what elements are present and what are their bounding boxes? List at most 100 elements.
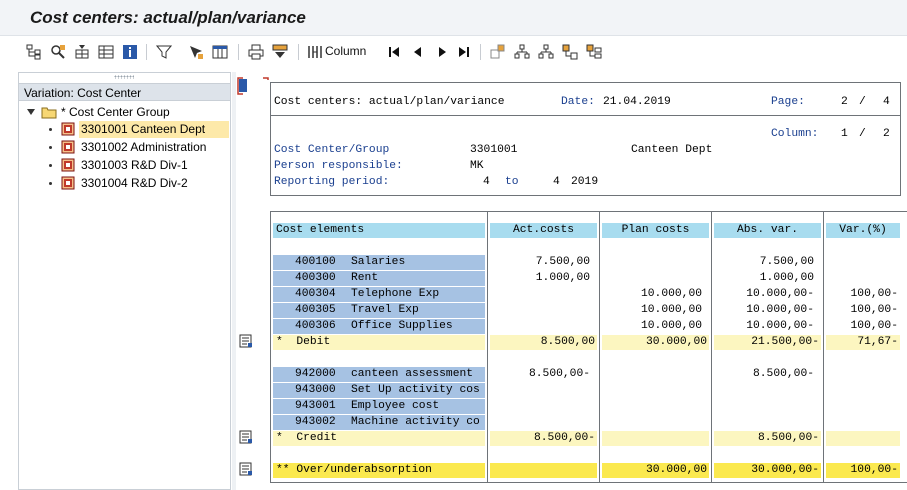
tree-item-label: 3301002 Administration [81, 140, 207, 154]
cc-group-label: Cost Center/Group [274, 144, 390, 156]
plan-cost-cell[interactable]: 10.000,00 [602, 287, 704, 302]
act-cost-cell[interactable]: 7.500,00 [490, 255, 592, 270]
cursor-marker [239, 79, 247, 92]
tree-item[interactable]: 3301003 R&D Div-1 [79, 157, 229, 174]
act-cost-cell[interactable] [490, 319, 592, 334]
first-page-icon[interactable] [386, 44, 402, 60]
table-row-key[interactable]: 400300 Rent [273, 271, 485, 286]
table-row-key[interactable]: 400100 Salaries [273, 255, 485, 270]
toolbar-separator [298, 44, 299, 60]
window-title: Cost centers: actual/plan/variance [30, 8, 306, 27]
credit-total-plan[interactable] [602, 431, 709, 446]
tree-item[interactable]: 3301001 Canteen Dept [79, 121, 229, 138]
grand-total-plan[interactable]: 30.000,00 [602, 463, 709, 478]
hierarchy-level-icon[interactable] [586, 44, 602, 60]
previous-page-icon[interactable] [410, 44, 426, 60]
header-act-costs[interactable]: Act.costs [490, 223, 597, 238]
var-pct-cell[interactable] [826, 255, 900, 270]
last-page-icon[interactable] [456, 44, 472, 60]
debit-total-act[interactable]: 8.500,00 [490, 335, 597, 350]
grand-total-act[interactable] [490, 463, 597, 478]
select-icon[interactable] [188, 44, 204, 60]
print-icon[interactable] [248, 44, 264, 60]
cost-center-icon [61, 140, 75, 154]
grand-total-abs[interactable]: 30.000,00- [714, 463, 821, 478]
drilldown-icon[interactable] [239, 462, 253, 476]
plan-cost-cell[interactable]: 10.000,00 [602, 303, 704, 318]
next-page-icon[interactable] [434, 44, 450, 60]
table-row-key[interactable]: 400304 Telephone Exp [273, 287, 485, 302]
plan-cost-cell[interactable] [602, 271, 704, 286]
debit-total-pct[interactable]: 71,67- [826, 335, 900, 350]
act-cost-cell[interactable]: 1.000,00 [490, 271, 592, 286]
abs-var-cell[interactable]: 1.000,00 [714, 271, 816, 286]
header-cost-elements[interactable]: Cost elements [273, 223, 485, 238]
abs-var-cell[interactable]: 10.000,00- [714, 287, 816, 302]
abs-var-cell[interactable]: 8.500,00- [714, 367, 816, 382]
debit-total-plan[interactable]: 30.000,00 [602, 335, 709, 350]
act-cost-cell[interactable]: 8.500,00- [490, 367, 592, 382]
grand-total-pct[interactable]: 100,00- [826, 463, 900, 478]
tree-item-label: 3301001 Canteen Dept [81, 122, 206, 136]
var-pct-cell[interactable]: 100,00- [826, 319, 900, 334]
abs-var-cell[interactable]: 10.000,00- [714, 319, 816, 334]
table-row-key[interactable]: 943000 Set Up activity cos [273, 383, 485, 398]
table-row-key[interactable]: 942000 canteen assessment [273, 367, 485, 382]
info-icon[interactable] [122, 44, 138, 60]
collapse-icon[interactable] [514, 44, 530, 60]
var-pct-cell[interactable] [826, 271, 900, 286]
credit-total-pct[interactable] [826, 431, 900, 446]
column-icon[interactable] [307, 44, 323, 60]
hierarchy-icon[interactable] [26, 44, 42, 60]
cost-center-icon [61, 122, 75, 136]
credit-total-act[interactable]: 8.500,00- [490, 431, 597, 446]
layout-icon[interactable] [98, 44, 114, 60]
cc-group-name: Canteen Dept [631, 144, 713, 156]
sort-icon[interactable] [272, 44, 288, 60]
abs-var-cell[interactable]: 7.500,00 [714, 255, 816, 270]
act-cost-cell[interactable] [490, 287, 592, 302]
credit-total-abs[interactable]: 8.500,00- [714, 431, 821, 446]
column-button-label[interactable]: Column [325, 44, 366, 58]
folder-icon [41, 107, 57, 119]
variation-header: Variation: Cost Center [19, 83, 230, 101]
collapse-all-icon[interactable] [562, 44, 578, 60]
columns-icon[interactable] [212, 44, 228, 60]
tree-item[interactable]: 3301002 Administration [79, 139, 229, 156]
tree-node-group[interactable]: * Cost Center Group [27, 104, 227, 121]
plan-cost-cell[interactable] [602, 367, 704, 382]
page-current: 2 [841, 96, 848, 108]
var-pct-cell[interactable]: 100,00- [826, 287, 900, 302]
table-row-key[interactable]: 400306 Office Supplies [273, 319, 485, 334]
table-row-key[interactable]: 943001 Employee cost [273, 399, 485, 414]
toolbar-separator [146, 44, 147, 60]
header-var-pct[interactable]: Var.(%) [826, 223, 900, 238]
drilldown-icon[interactable] [239, 430, 253, 444]
var-pct-cell[interactable]: 100,00- [826, 303, 900, 318]
act-cost-cell[interactable] [490, 303, 592, 318]
filter-icon[interactable] [156, 44, 172, 60]
abs-var-cell[interactable]: 10.000,00- [714, 303, 816, 318]
debit-total-abs[interactable]: 21.500,00- [714, 335, 821, 350]
panel-grip[interactable] [114, 75, 134, 79]
debit-total-label[interactable]: * Debit [273, 335, 485, 350]
period-to: 4 [553, 176, 560, 188]
find-icon[interactable] [50, 44, 66, 60]
table-row-key[interactable]: 943002 Machine activity co [273, 415, 485, 430]
panel-splitter[interactable] [232, 72, 236, 490]
credit-total-label[interactable]: * Credit [273, 431, 485, 446]
var-pct-cell[interactable] [826, 367, 900, 382]
tree-toggle-icon[interactable] [74, 44, 90, 60]
plan-cost-cell[interactable] [602, 255, 704, 270]
table-row-key[interactable]: 400305 Travel Exp [273, 303, 485, 318]
header-abs-var[interactable]: Abs. var. [714, 223, 821, 238]
expand-icon[interactable] [490, 44, 506, 60]
drilldown-icon[interactable] [239, 334, 253, 348]
toolbar-separator [238, 44, 239, 60]
plan-cost-cell[interactable]: 10.000,00 [602, 319, 704, 334]
header-plan-costs[interactable]: Plan costs [602, 223, 709, 238]
tree-item[interactable]: 3301004 R&D Div-2 [79, 175, 229, 192]
expand-arrow-icon[interactable] [27, 109, 35, 116]
grand-total-label[interactable]: ** Over/underabsorption [273, 463, 485, 478]
expand-all-icon[interactable] [538, 44, 554, 60]
